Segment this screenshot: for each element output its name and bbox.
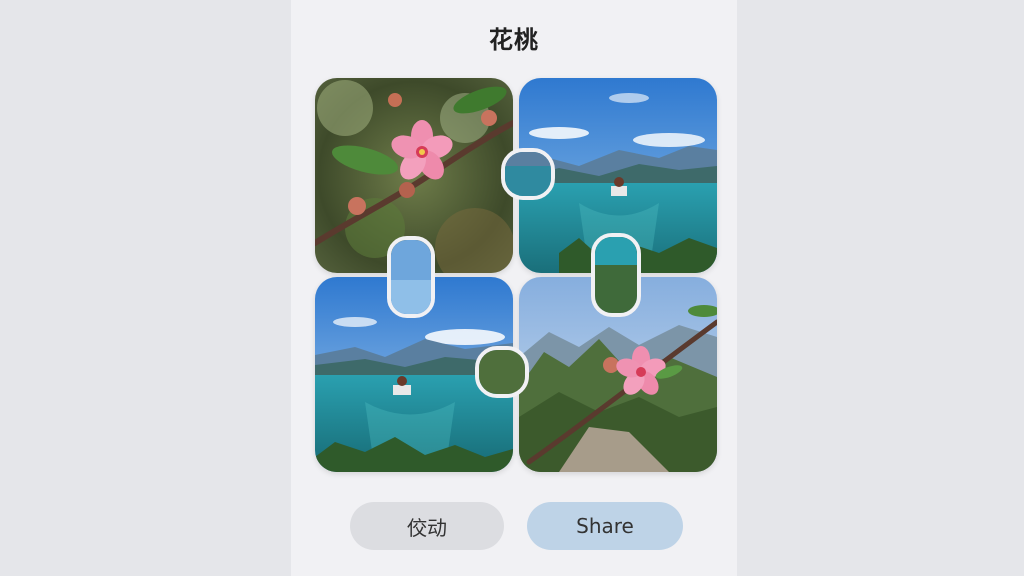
- puzzle-connector: [501, 148, 555, 200]
- puzzle-connector: [475, 346, 529, 398]
- puzzle-connector: [387, 236, 435, 318]
- puzzle-connector: [591, 233, 641, 317]
- puzzle-board: [315, 78, 717, 472]
- puzzle-title: 花桃: [489, 26, 539, 54]
- puzzle-screen: 花桃 佼动 Share: [291, 0, 737, 576]
- left-action-button[interactable]: 佼动: [350, 502, 504, 550]
- share-button[interactable]: Share: [527, 502, 683, 550]
